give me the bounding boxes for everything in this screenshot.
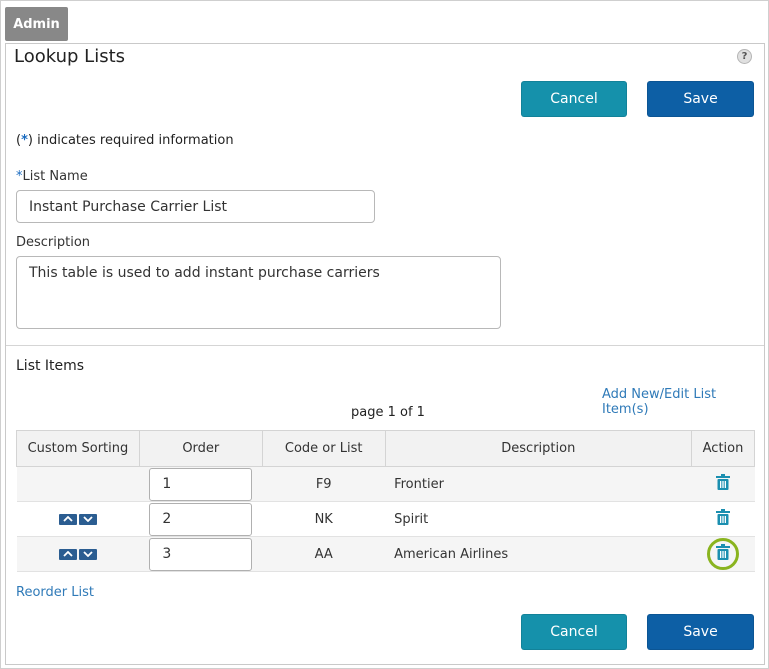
- code-cell: AA: [262, 536, 386, 572]
- list-name-label-text: List Name: [22, 169, 88, 184]
- column-header-code: Code or List: [261, 430, 386, 467]
- trash-icon[interactable]: [716, 544, 730, 564]
- table-header-row: Custom Sorting Order Code or List Descri…: [16, 430, 755, 467]
- order-cell: 1: [139, 466, 263, 502]
- description-label: Description: [16, 235, 91, 250]
- add-edit-list-items-link[interactable]: Add New/Edit List Item(s): [602, 387, 764, 417]
- column-header-order: Order: [138, 430, 263, 467]
- cancel-button-top[interactable]: Cancel: [521, 81, 627, 117]
- sort-cell: [16, 501, 140, 537]
- help-icon[interactable]: ?: [737, 49, 752, 64]
- list-name-input[interactable]: Instant Purchase Carrier List: [16, 190, 375, 223]
- cancel-button-bottom[interactable]: Cancel: [521, 614, 627, 650]
- required-info-note: (*) indicates required information: [16, 133, 234, 148]
- list-items-title: List Items: [16, 358, 85, 374]
- sort-cell: [16, 466, 140, 502]
- move-down-icon[interactable]: [78, 513, 97, 525]
- table-row: 3 AA American Airlines: [16, 536, 755, 572]
- column-header-description: Description: [384, 430, 693, 467]
- page-title: Lookup Lists: [14, 46, 126, 67]
- table-row: 1 F9 Frontier: [16, 466, 755, 502]
- required-note-text: indicates required information: [32, 133, 234, 148]
- required-star: *: [21, 133, 28, 148]
- code-cell: NK: [262, 501, 386, 537]
- page-info: page 1 of 1: [351, 405, 425, 420]
- order-input[interactable]: 2: [149, 502, 253, 536]
- list-name-label: *List Name: [16, 169, 88, 184]
- column-header-custom-sorting: Custom Sorting: [16, 430, 140, 467]
- reorder-list-link[interactable]: Reorder List: [16, 585, 94, 600]
- list-items-table: Custom Sorting Order Code or List Descri…: [16, 430, 755, 572]
- save-button-top[interactable]: Save: [647, 81, 754, 117]
- action-cell: [691, 536, 755, 572]
- order-cell: 2: [139, 501, 263, 537]
- highlighted-delete-ring: [707, 538, 739, 570]
- trash-icon[interactable]: [716, 509, 730, 529]
- order-input[interactable]: 1: [149, 467, 253, 501]
- description-textarea[interactable]: This table is used to add instant purcha…: [16, 256, 501, 329]
- order-input[interactable]: 3: [149, 537, 253, 571]
- table-row: 2 NK Spirit: [16, 501, 755, 537]
- trash-icon[interactable]: [716, 474, 730, 494]
- description-cell: American Airlines: [385, 536, 692, 572]
- admin-tab[interactable]: Admin: [5, 7, 68, 41]
- sort-cell: [16, 536, 140, 572]
- order-cell: 3: [139, 536, 263, 572]
- save-button-bottom[interactable]: Save: [647, 614, 754, 650]
- move-up-icon[interactable]: [58, 513, 77, 525]
- description-cell: Spirit: [385, 501, 692, 537]
- description-cell: Frontier: [385, 466, 692, 502]
- action-cell: [691, 501, 755, 537]
- code-cell: F9: [262, 466, 386, 502]
- lookup-lists-panel: Lookup Lists ? Cancel Save (*) indicates…: [5, 43, 765, 665]
- section-divider: [6, 345, 764, 346]
- column-header-action: Action: [691, 430, 755, 467]
- move-up-icon[interactable]: [58, 548, 77, 560]
- move-down-icon[interactable]: [78, 548, 97, 560]
- action-cell: [691, 466, 755, 502]
